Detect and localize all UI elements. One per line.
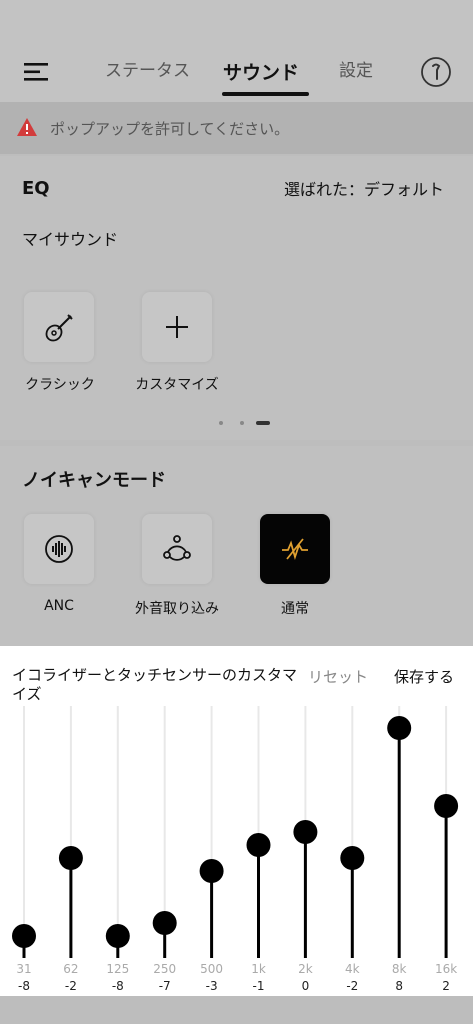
eq-band-value: 2 bbox=[442, 979, 450, 993]
noise-mode-panel: ノイキャンモード ANC 外音取り込み 通常 bbox=[0, 446, 473, 646]
eq-sliders[interactable]: 31 -8 62 -2 125 -8 250 -7 500 -3 1k -1 2k 0 4k -2 8k 8 16k… bbox=[0, 646, 473, 996]
bottom-bar bbox=[0, 996, 473, 1024]
eq-slider-knob[interactable] bbox=[58, 846, 83, 870]
eq-band-frequency: 4k bbox=[345, 962, 360, 976]
eq-selected-preset: 選ばれた：デフォルト bbox=[284, 180, 445, 199]
ambient-icon bbox=[163, 535, 191, 561]
eq-band-value: -3 bbox=[206, 979, 218, 993]
eq-band-value: -8 bbox=[112, 979, 124, 993]
eq-band-frequency: 2k bbox=[298, 962, 313, 976]
eq-band-value: -2 bbox=[346, 979, 358, 993]
eq-slider-knob[interactable] bbox=[293, 820, 318, 844]
page-dot bbox=[219, 421, 223, 425]
eq-slider-knob[interactable] bbox=[387, 716, 412, 740]
tab-sound[interactable]: サウンド bbox=[223, 58, 299, 85]
eq-slider-knob[interactable] bbox=[246, 833, 271, 857]
eq-band-value: -8 bbox=[18, 979, 30, 993]
eq-band-frequency: 31 bbox=[16, 962, 31, 976]
popup-alert-bar[interactable]: ポップアップを許可してください。 bbox=[0, 102, 473, 154]
mode-normal-label: 通常 bbox=[281, 601, 309, 617]
warning-icon bbox=[16, 117, 38, 137]
anc-waveform-icon bbox=[45, 535, 73, 563]
preset-custom-label: カスタマイズ bbox=[135, 377, 219, 393]
preset-classic-label: クラシック bbox=[25, 377, 95, 393]
mode-anc-button[interactable] bbox=[24, 514, 94, 584]
plus-icon bbox=[166, 316, 188, 338]
eq-band-value: 0 bbox=[302, 979, 310, 993]
top-header: ステータス サウンド 設定 bbox=[0, 0, 473, 102]
earbud-icon[interactable] bbox=[420, 56, 452, 88]
eq-band-value: 8 bbox=[395, 979, 403, 993]
eq-band-frequency: 125 bbox=[106, 962, 129, 976]
eq-slider-knob[interactable] bbox=[199, 859, 224, 883]
eq-band-frequency: 1k bbox=[251, 962, 266, 976]
guitar-icon bbox=[45, 314, 73, 342]
eq-band-frequency: 62 bbox=[63, 962, 78, 976]
eq-panel: EQ 選ばれた：デフォルト マイサウンド クラシック カスタマイズ bbox=[0, 156, 473, 440]
my-sound-label: マイサウンド bbox=[22, 230, 119, 249]
eq-slider-knob[interactable] bbox=[105, 924, 130, 948]
eq-band-value: -2 bbox=[65, 979, 77, 993]
eq-band-value: -1 bbox=[253, 979, 265, 993]
eq-band-frequency: 8k bbox=[392, 962, 407, 976]
menu-icon[interactable] bbox=[22, 60, 50, 84]
mode-ambient-button[interactable] bbox=[142, 514, 212, 584]
eq-title: EQ bbox=[22, 178, 50, 199]
eq-band-value: -7 bbox=[159, 979, 171, 993]
eq-band-frequency: 250 bbox=[153, 962, 176, 976]
normal-mode-icon bbox=[282, 538, 308, 561]
tab-status[interactable]: ステータス bbox=[105, 56, 190, 81]
page-dot-active bbox=[256, 421, 270, 425]
preset-custom-button[interactable] bbox=[142, 292, 212, 362]
eq-band-frequency: 16k bbox=[435, 962, 457, 976]
eq-customize-sheet: イコライザーとタッチセンサーのカスタマイズ リセット 保存する 31 -8 62 -2… bbox=[0, 646, 473, 996]
eq-slider-knob[interactable] bbox=[434, 794, 459, 818]
alert-text: ポップアップを許可してください。 bbox=[50, 120, 290, 138]
eq-slider-knob[interactable] bbox=[152, 911, 177, 935]
eq-slider-knob[interactable] bbox=[12, 924, 36, 948]
mode-ambient-label: 外音取り込み bbox=[135, 601, 219, 617]
tab-settings[interactable]: 設定 bbox=[339, 56, 373, 81]
eq-band-frequency: 500 bbox=[200, 962, 223, 976]
mode-normal-button[interactable] bbox=[260, 514, 330, 584]
active-tab-indicator bbox=[222, 92, 309, 96]
mode-anc-label: ANC bbox=[44, 598, 74, 614]
preset-classic-button[interactable] bbox=[24, 292, 94, 362]
page-dot bbox=[240, 421, 244, 425]
eq-slider-knob[interactable] bbox=[340, 846, 365, 870]
noise-mode-title: ノイキャンモード bbox=[22, 470, 166, 491]
